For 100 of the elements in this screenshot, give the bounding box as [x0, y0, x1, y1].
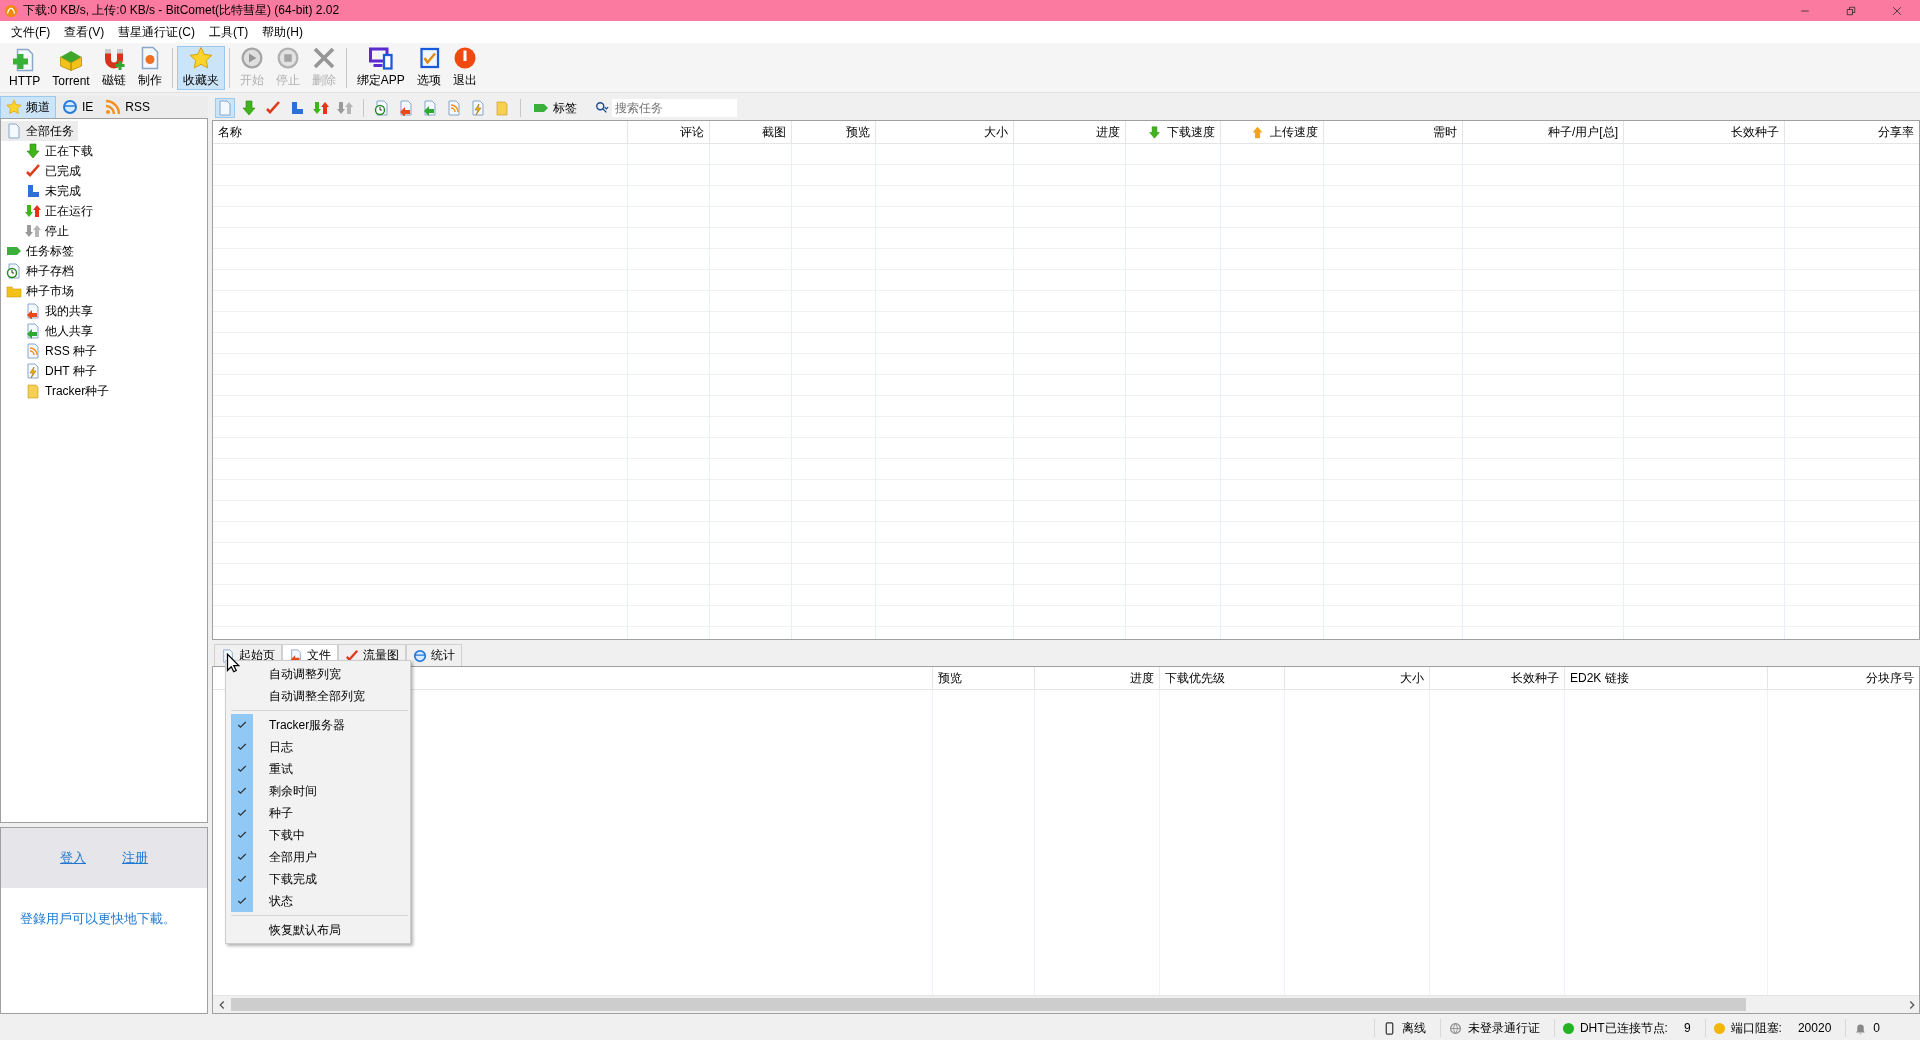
checkmark-icon — [265, 100, 281, 116]
toolbar-icon-button[interactable] — [239, 98, 259, 118]
tree-item[interactable]: 正在运行 — [1, 201, 97, 221]
tree-item[interactable]: 全部任务 — [1, 121, 78, 141]
menu-item[interactable]: 工具(T) — [202, 23, 256, 41]
tree-item[interactable]: 已完成 — [1, 161, 85, 181]
column-header[interactable]: 需时 — [1324, 121, 1463, 143]
up-down-arrows-icon — [25, 223, 41, 239]
menu-item[interactable]: 文件(F) — [4, 23, 58, 41]
menu-item[interactable]: 全部用户 — [226, 846, 410, 868]
sidebar-tab[interactable]: IE — [56, 96, 100, 118]
menu-item[interactable]: 自动调整全部列宽 — [226, 685, 410, 707]
power-icon — [452, 46, 477, 70]
menu-item[interactable]: 下载完成 — [226, 868, 410, 890]
status-label: DHT已连接节点: — [1579, 1019, 1668, 1037]
tree-item[interactable]: 正在下载 — [1, 141, 97, 161]
checkmark-icon — [236, 829, 248, 841]
l-shape-icon — [289, 100, 305, 116]
checkmark-icon — [345, 648, 359, 663]
sidebar-tab[interactable]: RSS — [99, 96, 157, 118]
checkmark-icon — [236, 719, 248, 731]
search-field[interactable]: 搜索任务 — [612, 99, 737, 117]
menu-item[interactable]: 查看(V) — [57, 23, 112, 41]
menu-item[interactable]: 彗星通行证(C) — [111, 23, 202, 41]
menu-item[interactable]: 下载中 — [226, 824, 410, 846]
login-link[interactable]: 登入 — [60, 849, 86, 867]
toolbar-button[interactable]: 制作 — [131, 45, 168, 90]
rss-icon — [105, 99, 122, 115]
toolbar-button[interactable]: HTTP — [3, 45, 47, 90]
menu-item[interactable]: Tracker服务器 — [226, 714, 410, 736]
tree-item[interactable]: 未完成 — [1, 181, 85, 201]
column-header[interactable]: 截图 — [710, 121, 792, 143]
sidebar-tab[interactable]: 频道 — [0, 95, 56, 119]
column-header[interactable]: 名称 — [213, 121, 628, 143]
tab[interactable]: 统计 — [406, 644, 462, 666]
menu-item[interactable]: 剩余时间 — [226, 780, 410, 802]
tree-item[interactable]: 他人共享 — [1, 321, 97, 341]
checkmark-icon — [236, 763, 248, 775]
tree-item[interactable]: 我的共享 — [1, 301, 97, 321]
tree-item[interactable]: 种子存档 — [1, 261, 78, 281]
toolbar-button[interactable]: Torrent — [46, 45, 96, 90]
menu-item[interactable]: 自动调整列宽 — [226, 663, 410, 685]
tree-item[interactable]: Tracker种子 — [1, 381, 114, 401]
toolbar-button[interactable]: 选项 — [410, 45, 447, 90]
close-icon — [1891, 4, 1903, 17]
toolbar-button[interactable]: 收藏夹 — [176, 45, 225, 90]
menu-item[interactable]: 帮助(H) — [255, 23, 310, 41]
tree-item[interactable]: DHT 种子 — [1, 361, 101, 381]
login-link[interactable]: 注册 — [122, 849, 148, 867]
column-header[interactable]: 大小 — [876, 121, 1014, 143]
menu-item[interactable]: 种子 — [226, 802, 410, 824]
star-icon — [188, 46, 213, 70]
column-header[interactable]: 预览 — [933, 667, 1035, 689]
tag-button[interactable]: 标签 — [529, 99, 581, 117]
column-header[interactable]: 长效种子 — [1430, 667, 1565, 689]
column-header[interactable]: 分块序号 — [1768, 667, 1919, 689]
toolbar-button[interactable]: 绑定APP — [350, 45, 411, 90]
horizontal-scrollbar[interactable] — [213, 995, 1919, 1013]
column-header[interactable]: 种子/用户[总] — [1463, 121, 1624, 143]
checkmark-icon — [236, 807, 248, 819]
status-value: 0 — [1873, 1021, 1880, 1035]
devices-icon — [368, 46, 393, 70]
column-header[interactable]: 下载速度 — [1126, 121, 1221, 143]
globe-icon — [62, 99, 78, 115]
upload-document-icon — [25, 303, 41, 319]
menu-item[interactable]: 恢复默认布局 — [226, 919, 410, 941]
column-header[interactable]: 上传速度 — [1221, 121, 1324, 143]
app-icon — [4, 3, 18, 18]
clock-document-icon — [374, 100, 390, 116]
star-icon — [6, 99, 22, 115]
menu-item[interactable]: 日志 — [226, 736, 410, 758]
column-header[interactable]: 长效种子 — [1624, 121, 1785, 143]
status-text: 未登录通行证 — [1467, 1019, 1540, 1037]
window-title: 下载:0 KB/s, 上传:0 KB/s - BitComet(比特彗星) (64-bit) 2.02 — [23, 2, 340, 19]
menu-item[interactable]: 状态 — [226, 890, 410, 912]
tree-item[interactable]: 任务标签 — [1, 241, 78, 261]
rss-document-icon — [446, 100, 462, 116]
column-header[interactable]: 进度 — [1014, 121, 1126, 143]
clock-document-icon — [6, 263, 22, 279]
lightning-document-icon — [470, 100, 486, 116]
column-header[interactable]: 下载优先级 — [1160, 667, 1285, 689]
column-header[interactable]: 进度 — [1035, 667, 1160, 689]
toolbar-button[interactable]: 磁链 — [95, 45, 132, 90]
up-arrow-icon — [1251, 125, 1264, 139]
column-header[interactable]: ED2K 链接 — [1565, 667, 1768, 689]
upload-document-icon — [398, 100, 414, 116]
column-header[interactable]: 大小 — [1285, 667, 1430, 689]
tree-item[interactable]: 种子市场 — [1, 281, 78, 301]
checkmark-icon — [236, 895, 248, 907]
document-icon — [217, 100, 233, 116]
column-header[interactable]: 评论 — [628, 121, 710, 143]
up-down-arrows-icon — [313, 100, 329, 116]
tree-item[interactable]: 停止 — [1, 221, 73, 241]
tree-item[interactable]: RSS 种子 — [1, 341, 101, 361]
column-header[interactable]: 分享率 — [1785, 121, 1919, 143]
globe-icon — [1448, 1021, 1462, 1035]
bell-icon — [1854, 1021, 1868, 1035]
menu-item[interactable]: 重试 — [226, 758, 410, 780]
toolbar-button[interactable]: 退出 — [446, 45, 483, 90]
column-header[interactable]: 预览 — [792, 121, 876, 143]
